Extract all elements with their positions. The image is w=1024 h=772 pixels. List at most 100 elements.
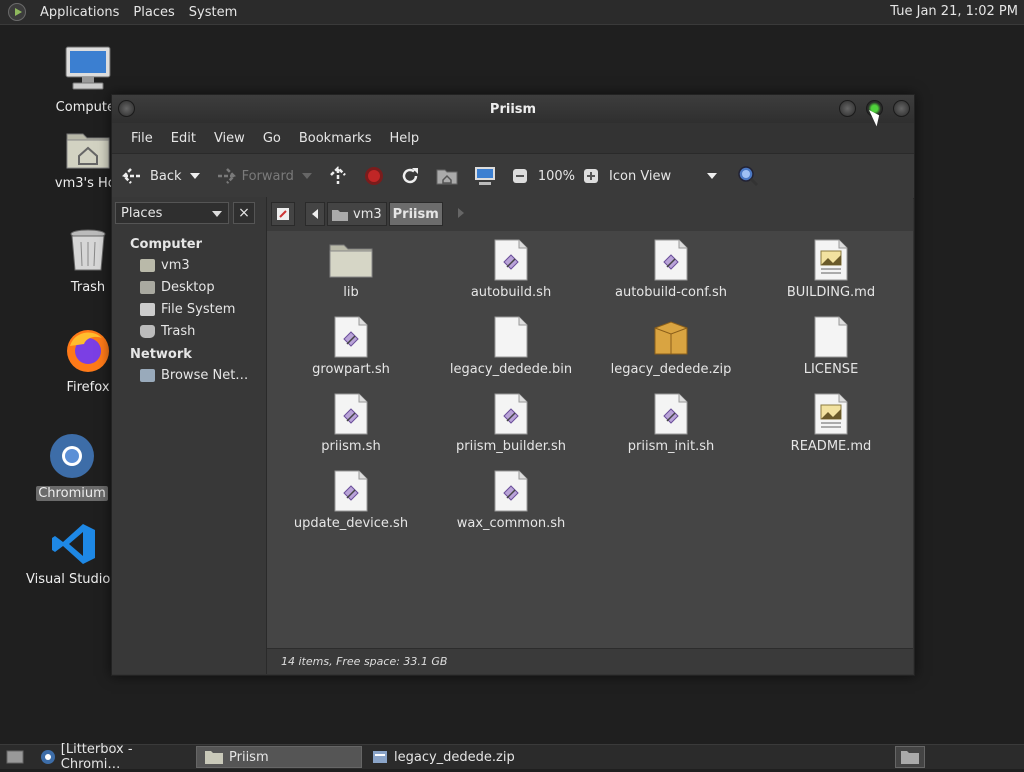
vscode-icon — [52, 524, 95, 564]
minimize-button[interactable] — [839, 100, 856, 117]
forward-history-dropdown[interactable] — [301, 172, 312, 180]
file-item[interactable]: README.md — [751, 393, 911, 454]
sidebar-selector[interactable]: Places — [115, 202, 229, 224]
task-priism[interactable]: Priism — [196, 746, 362, 768]
file-item[interactable]: priism_builder.sh — [431, 393, 591, 454]
menubar: File Edit View Go Bookmarks Help — [112, 123, 914, 153]
menu-bookmarks[interactable]: Bookmarks — [290, 131, 381, 146]
applications-menu[interactable]: Applications — [40, 5, 119, 20]
forward-button[interactable]: Forward — [214, 167, 294, 185]
desktop-icon-label: Chromium — [36, 486, 108, 501]
file-view: vm3 Priism lib autobuild.sh autobuild-conf… — [267, 197, 913, 674]
edit-location-icon — [277, 208, 289, 220]
sidebar-item-label: Browse Net… — [161, 368, 249, 383]
close-sidebar-button[interactable]: × — [233, 202, 255, 224]
menu-help[interactable]: Help — [380, 131, 428, 146]
file-name: update_device.sh — [293, 516, 409, 531]
file-item[interactable]: autobuild.sh — [431, 239, 591, 300]
menu-file[interactable]: File — [122, 131, 162, 146]
window-menu-button[interactable] — [118, 100, 135, 117]
file-name: lib — [343, 285, 359, 300]
back-history-dropdown[interactable] — [189, 172, 200, 180]
system-menu[interactable]: System — [189, 5, 237, 20]
zoom-in-button[interactable] — [583, 168, 599, 184]
show-desktop-button[interactable] — [0, 746, 30, 768]
distro-logo-icon[interactable] — [8, 3, 26, 21]
file-manager-window: Priism File Edit View Go Bookmarks Help … — [111, 94, 915, 676]
zoom-level[interactable]: 100% — [538, 169, 575, 184]
task-label: Priism — [229, 749, 269, 765]
toggle-location-button[interactable] — [271, 202, 295, 226]
network-icon — [140, 369, 155, 382]
sidebar-item-label: Desktop — [161, 280, 215, 295]
file-item[interactable]: BUILDING.md — [751, 239, 911, 300]
trash-icon — [140, 325, 155, 338]
menu-view[interactable]: View — [205, 131, 254, 146]
desktop-folder-icon — [140, 281, 155, 294]
desktop-chromium[interactable]: Chromium — [22, 432, 122, 501]
file-item[interactable]: autobuild-conf.sh — [591, 239, 751, 300]
file-item[interactable]: LICENSE — [751, 316, 911, 377]
computer-icon — [65, 46, 111, 90]
sidebar-selector-label: Places — [121, 205, 163, 221]
task-chromium[interactable]: [Litterbox - Chromi… — [32, 742, 194, 772]
task-legacy-dedede-zip[interactable]: legacy_dedede.zip — [364, 746, 534, 768]
breadcrumb-item-vm3[interactable]: vm3 — [327, 202, 387, 226]
breadcrumb-item-priism[interactable]: Priism — [388, 202, 443, 226]
blank-file-icon — [751, 316, 911, 358]
up-arrow-icon — [329, 166, 346, 184]
breadcrumb-left-button[interactable] — [305, 202, 325, 226]
workspace-icon — [901, 751, 919, 764]
reload-icon — [402, 168, 418, 184]
file-item[interactable]: lib — [271, 239, 431, 300]
workspace-switcher[interactable] — [895, 746, 925, 768]
file-name: growpart.sh — [312, 362, 390, 377]
file-item[interactable]: legacy_dedede.bin — [431, 316, 591, 377]
file-item[interactable]: update_device.sh — [271, 470, 431, 531]
view-mode-label: Icon View — [609, 168, 672, 184]
show-desktop-icon — [6, 750, 24, 764]
menu-edit[interactable]: Edit — [162, 131, 205, 146]
chevron-right-icon — [457, 207, 464, 218]
file-item[interactable]: priism_init.sh — [591, 393, 751, 454]
file-item[interactable]: legacy_dedede.zip — [591, 316, 751, 377]
file-item[interactable]: priism.sh — [271, 393, 431, 454]
sidebar-item-trash[interactable]: Trash — [112, 321, 266, 343]
file-item[interactable]: growpart.sh — [271, 316, 431, 377]
home-folder-icon — [140, 259, 155, 272]
top-panel: Applications Places System Tue Jan 21, 1… — [0, 0, 1024, 25]
file-item[interactable]: wax_common.sh — [431, 470, 591, 531]
back-button[interactable]: Back — [122, 167, 182, 185]
search-button[interactable] — [737, 165, 759, 187]
window-titlebar[interactable]: Priism — [112, 95, 914, 123]
sidebar-section-computer: Computer — [130, 237, 203, 252]
file-name: wax_common.sh — [456, 516, 566, 531]
sidebar-item-label: Trash — [161, 324, 196, 339]
reload-button[interactable] — [400, 166, 420, 186]
sidebar-section-network: Network — [130, 347, 192, 362]
computer-button[interactable] — [474, 166, 496, 186]
zoom-out-button[interactable] — [512, 168, 528, 184]
folder-icon — [205, 751, 223, 764]
sidebar-item-vm3[interactable]: vm3 — [112, 255, 266, 277]
menu-go[interactable]: Go — [254, 131, 290, 146]
sidebar-item-file-system[interactable]: File System — [112, 299, 266, 321]
sidebar-item-label: vm3 — [161, 258, 190, 273]
sidebar-item-browse-network[interactable]: Browse Net… — [112, 365, 266, 387]
view-mode-select[interactable]: Icon View — [609, 168, 718, 184]
file-name: LICENSE — [803, 362, 859, 377]
places-menu[interactable]: Places — [133, 5, 174, 20]
up-button[interactable] — [328, 166, 348, 186]
clock[interactable]: Tue Jan 21, 1:02 PM — [890, 4, 1018, 19]
document-icon — [751, 393, 911, 435]
sidebar-item-desktop[interactable]: Desktop — [112, 277, 266, 299]
file-name: README.md — [790, 439, 872, 454]
desktop-icon-label: Firefox — [66, 380, 110, 395]
home-button[interactable] — [436, 167, 458, 185]
desktop-vscode[interactable]: Visual Studio Co — [24, 522, 132, 587]
file-name: autobuild-conf.sh — [614, 285, 728, 300]
close-button[interactable] — [893, 100, 910, 117]
breadcrumb-right-button[interactable] — [457, 207, 465, 222]
home-folder-icon — [66, 133, 110, 169]
stop-button[interactable] — [364, 166, 384, 186]
